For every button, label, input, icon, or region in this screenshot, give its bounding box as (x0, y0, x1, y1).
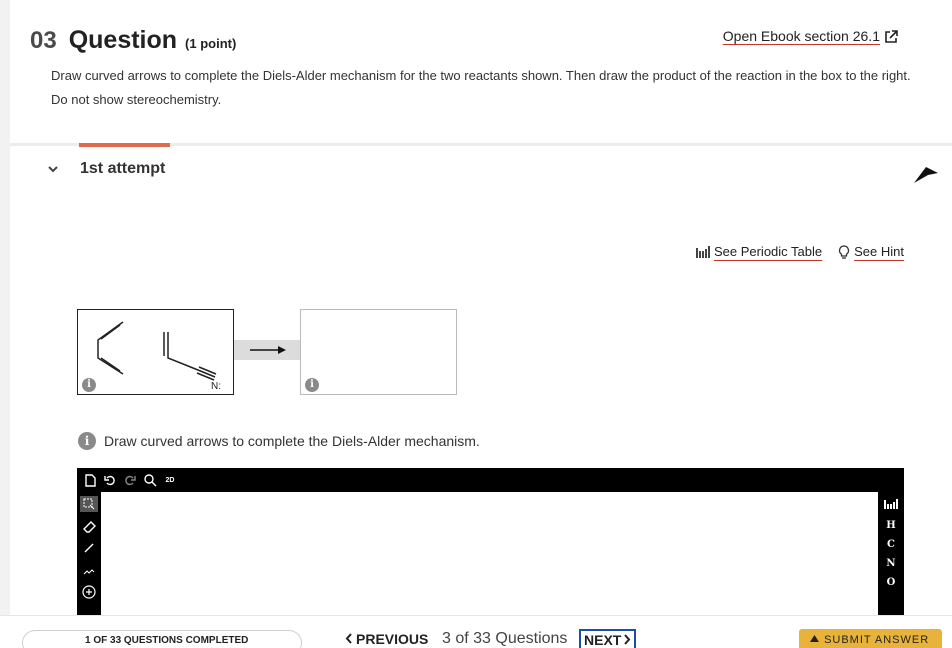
product-drop-box[interactable]: i (300, 309, 457, 395)
product-info-icon[interactable]: i (305, 378, 319, 392)
hint-link[interactable]: See Hint (838, 244, 904, 259)
previous-button[interactable]: PREVIOUS (345, 631, 428, 647)
previous-label: PREVIOUS (356, 631, 429, 647)
chevron-left-icon (345, 633, 352, 644)
editor-left-toolbar (77, 492, 101, 628)
submit-icon (810, 635, 819, 642)
footer-bar: 1 OF 33 QUESTIONS COMPLETED PREVIOUS 3 o… (0, 615, 952, 648)
external-link-icon[interactable] (884, 30, 898, 44)
chain-icon[interactable] (82, 562, 96, 578)
editor-instruction: i Draw curved arrows to complete the Die… (78, 432, 480, 450)
attempt-toggle[interactable]: 1st attempt (46, 160, 165, 178)
new-doc-icon[interactable] (83, 472, 97, 488)
submit-answer-button[interactable]: SUBMIT ANSWER (799, 629, 942, 648)
question-instructions: Draw curved arrows to complete the Diels… (51, 68, 911, 107)
editor-top-toolbar: 2D (77, 468, 904, 492)
left-rail (0, 0, 10, 648)
structure-editor: 2D H C N O (77, 468, 904, 628)
reactants-info-icon[interactable]: i (82, 378, 96, 392)
attempt-tab-indicator (79, 143, 170, 147)
charge-plus-icon[interactable] (82, 584, 96, 600)
hint-label: See Hint (854, 244, 904, 259)
submit-label: SUBMIT ANSWER (824, 634, 930, 646)
reactants-structure: N: (97, 321, 221, 392)
reaction-arrow-band (234, 340, 301, 360)
nitrogen-label: N: (211, 381, 221, 392)
select-icon[interactable] (80, 496, 98, 512)
2d-clean-icon[interactable]: 2D (163, 472, 177, 488)
eraser-icon[interactable] (82, 518, 96, 534)
reactants-box: N: i (77, 309, 234, 395)
question-header: 03 Question (1 point) (30, 26, 236, 55)
editor-instruction-text: Draw curved arrows to complete the Diels… (104, 433, 480, 449)
chevron-right-icon (624, 634, 631, 645)
bond-icon[interactable] (82, 540, 96, 556)
redo-icon[interactable] (123, 472, 137, 488)
periodic-table-icon[interactable] (884, 496, 898, 512)
element-h-button[interactable]: H (886, 520, 895, 531)
element-toolbar: H C N O (878, 492, 904, 628)
next-button[interactable]: NEXT (579, 629, 637, 648)
element-o-button[interactable]: O (887, 577, 896, 588)
undo-icon[interactable] (103, 472, 117, 488)
reaction-arrow-icon (250, 346, 286, 354)
chevron-down-icon[interactable] (46, 162, 60, 176)
question-points: (1 point) (185, 36, 237, 51)
question-number: 03 (30, 27, 57, 54)
info-icon: i (78, 432, 96, 450)
periodic-table-icon (695, 245, 710, 258)
zoom-icon[interactable] (143, 472, 157, 488)
periodic-table-link[interactable]: See Periodic Table (695, 244, 823, 259)
open-ebook-link[interactable]: Open Ebook section 26.1 (723, 28, 880, 44)
resource-links: See Periodic Table See Hint (695, 244, 904, 259)
pin-icon[interactable] (912, 161, 940, 185)
drawing-canvas[interactable] (101, 492, 878, 628)
next-label: NEXT (584, 632, 622, 648)
attempt-label: 1st attempt (80, 160, 166, 177)
progress-indicator: 1 OF 33 QUESTIONS COMPLETED (22, 630, 302, 648)
element-n-button[interactable]: N (886, 558, 895, 569)
element-c-button[interactable]: C (887, 539, 895, 550)
lightbulb-icon (839, 244, 850, 259)
question-counter: 3 of 33 Questions (442, 630, 568, 647)
question-title: Question (68, 26, 178, 54)
periodic-table-label: See Periodic Table (713, 244, 823, 259)
